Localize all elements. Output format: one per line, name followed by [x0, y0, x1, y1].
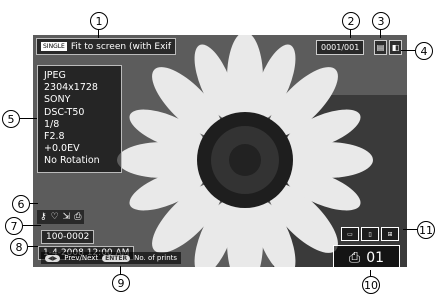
- key-icon: ⚷: [40, 212, 47, 222]
- callout-10: 10: [362, 276, 380, 294]
- help-bar: ◀▶ Prev/Next ENTER No. of prints: [41, 252, 182, 264]
- callout-4: 4: [415, 42, 433, 60]
- display-mode-label: Fit to screen (with Exif: [70, 41, 172, 52]
- mode-badge: SINGLE: [41, 42, 67, 51]
- callout-8: 8: [10, 238, 28, 256]
- print-mark-icon: ⎙: [74, 212, 82, 222]
- display-mode-bar: SINGLE Fit to screen (with Exif: [36, 38, 177, 55]
- callout-1: 1: [90, 12, 108, 30]
- number-of-prints[interactable]: ⎙ 01: [333, 245, 400, 267]
- enter-label: No. of prints: [134, 254, 178, 262]
- single-view-icon[interactable]: ▭: [341, 227, 359, 241]
- heart-icon: ♡: [50, 212, 59, 222]
- enter-key-icon: ENTER: [102, 254, 131, 262]
- grid-view-icon[interactable]: ⊞: [381, 227, 399, 241]
- callout-9: 9: [112, 274, 130, 292]
- status-icon-row: ⚷ ♡ ⇲ ⎙: [37, 210, 85, 224]
- layout-buttons: ▭ ▯ ⊞: [341, 227, 399, 241]
- nav-label: Prev/Next: [64, 254, 99, 262]
- callout-11: 11: [417, 221, 435, 239]
- export-icon: ⇲: [62, 212, 71, 222]
- callout-5: 5: [2, 110, 20, 128]
- image-counter: 0001/001: [316, 40, 365, 55]
- exif-line: 1/8: [44, 118, 60, 130]
- exif-info-panel: JPEG 2304x1728 SONY DSC-T50 1/8 F2.8 +0.…: [37, 65, 122, 173]
- print-icon: ⎙: [348, 250, 361, 266]
- callout-6: 6: [12, 195, 30, 213]
- exif-line: 2304x1728: [44, 82, 98, 94]
- memory-card-icon: ◧: [389, 40, 402, 55]
- exif-line: No Rotation: [44, 155, 100, 167]
- protect-icon: ▤: [374, 40, 387, 55]
- callout-3: 3: [372, 12, 390, 30]
- exif-line: +0.0EV: [44, 143, 80, 155]
- exif-line: F2.8: [44, 131, 65, 143]
- print-count: 01: [366, 250, 385, 266]
- exif-line: JPEG: [44, 70, 66, 81]
- file-number: 100-0002: [41, 230, 95, 244]
- exif-line: SONY: [44, 94, 71, 106]
- callout-2: 2: [342, 12, 360, 30]
- exif-line: DSC-T50: [44, 106, 85, 118]
- callout-7: 7: [5, 217, 23, 235]
- index-view-icon[interactable]: ▯: [361, 227, 379, 241]
- photo-viewer-screen: SINGLE Fit to screen (with Exif 0001/001…: [33, 35, 407, 267]
- nav-key-icon: ◀▶: [45, 254, 61, 262]
